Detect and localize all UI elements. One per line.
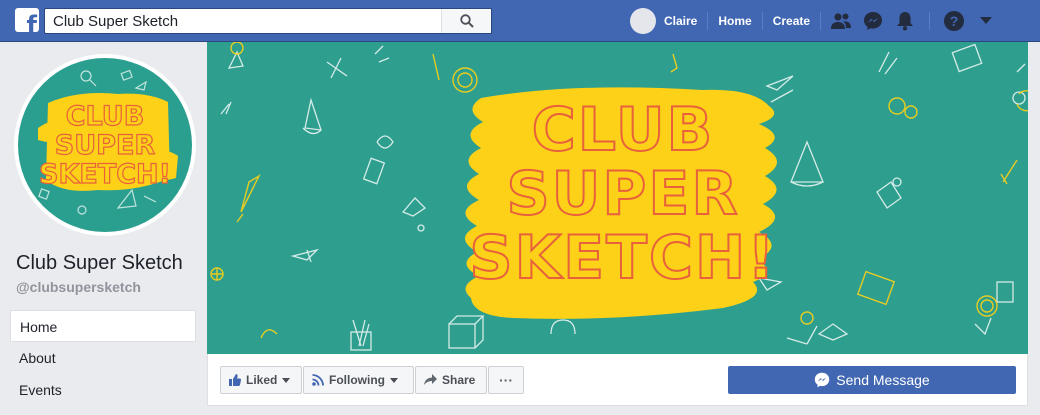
home-link[interactable]: Home xyxy=(708,0,761,42)
cover-photo[interactable]: CLUB SUPER SKETCH! xyxy=(207,42,1028,354)
create-link[interactable]: Create xyxy=(763,0,820,42)
page-handle[interactable]: @clubsupersketch xyxy=(16,279,141,295)
svg-text:?: ? xyxy=(950,13,959,29)
share-button[interactable]: Share xyxy=(415,366,487,394)
sidebar-item-about[interactable]: About xyxy=(10,342,196,374)
cover-title-line: SUPER xyxy=(505,159,740,229)
caret-down-icon[interactable] xyxy=(970,0,1002,42)
search-box xyxy=(44,8,492,34)
nav-divider xyxy=(820,12,822,30)
messenger-icon xyxy=(814,372,830,388)
top-navigation-bar: f Claire Home Create xyxy=(0,0,1040,42)
cover-title: CLUB SUPER SKETCH! xyxy=(453,95,793,293)
following-button[interactable]: Following xyxy=(303,366,414,394)
following-label: Following xyxy=(329,373,385,387)
nav-divider xyxy=(929,12,931,30)
thumbs-up-icon xyxy=(229,374,241,386)
logo-line: SKETCH! xyxy=(38,159,171,190)
sidebar-item-home[interactable]: Home xyxy=(10,310,196,342)
page-name[interactable]: Club Super Sketch xyxy=(16,252,183,275)
logo-line: CLUB xyxy=(65,101,145,132)
user-avatar[interactable] xyxy=(630,8,656,34)
more-dots-icon: ··· xyxy=(499,372,513,388)
page-sidebar-nav: Home About Events xyxy=(10,310,196,406)
help-icon[interactable]: ? xyxy=(938,0,970,42)
send-message-label: Send Message xyxy=(836,372,930,388)
profile-logo-text: CLUB SUPER SKETCH! xyxy=(18,101,192,190)
share-label: Share xyxy=(442,373,476,387)
profile-picture[interactable]: CLUB SUPER SKETCH! xyxy=(14,54,196,236)
search-icon xyxy=(459,14,474,28)
search-input[interactable] xyxy=(45,9,440,33)
cover-title-line: SKETCH! xyxy=(468,223,777,293)
caret-down-icon xyxy=(390,377,398,383)
top-nav-right: Claire Home Create ? xyxy=(630,0,1002,42)
sidebar-item-events[interactable]: Events xyxy=(10,374,196,406)
bell-icon[interactable] xyxy=(889,0,921,42)
cover-title-line: CLUB xyxy=(531,95,715,165)
liked-button[interactable]: Liked xyxy=(220,366,302,394)
logo-line: SUPER xyxy=(54,130,156,161)
profile-logo: CLUB SUPER SKETCH! xyxy=(18,58,192,232)
page-action-bar: Liked Following Share ··· Send Message xyxy=(207,354,1028,406)
caret-down-icon xyxy=(282,377,291,383)
share-arrow-icon xyxy=(424,374,437,386)
friends-icon[interactable] xyxy=(825,0,857,42)
more-options-button[interactable]: ··· xyxy=(488,366,524,394)
facebook-f-icon[interactable]: f xyxy=(15,8,39,32)
messenger-icon[interactable] xyxy=(857,0,889,42)
liked-label: Liked xyxy=(246,373,278,387)
search-button[interactable] xyxy=(441,9,491,33)
send-message-button[interactable]: Send Message xyxy=(728,366,1016,394)
rss-icon xyxy=(312,374,324,386)
user-profile-link[interactable]: Claire xyxy=(664,0,707,42)
